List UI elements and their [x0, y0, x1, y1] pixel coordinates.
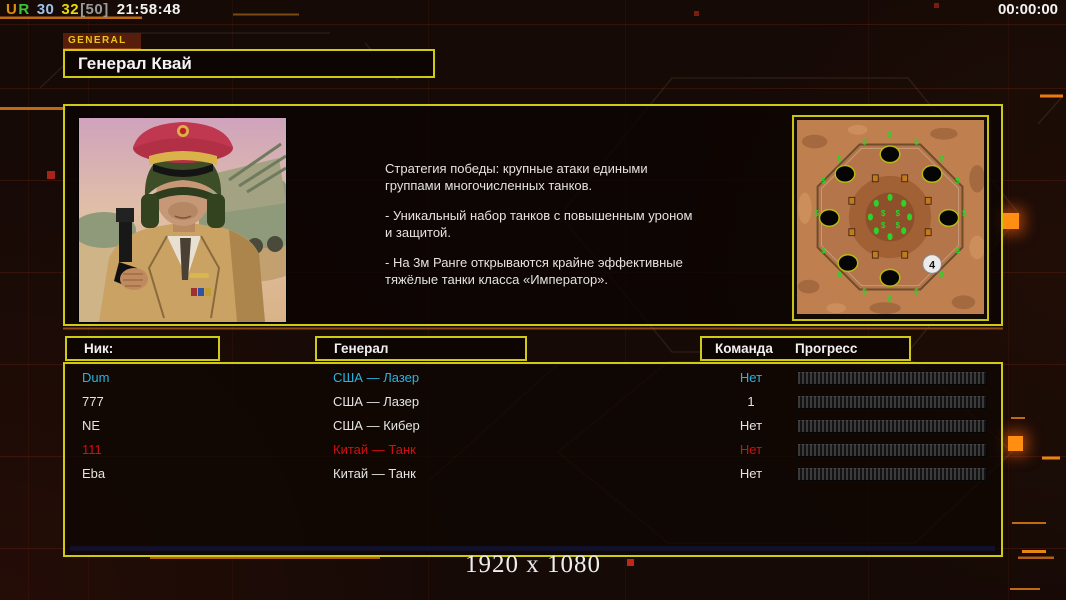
player-general: США — Лазер [333, 394, 420, 409]
page-title: Генерал Квай [78, 54, 192, 73]
lobby-screen: UR 30 32[50] 21:58:48 00:00:00 GENERAL Гене… [0, 0, 1066, 600]
resolution-label: 1920 x 1080 [465, 551, 601, 578]
player-nick: 111 [82, 442, 102, 457]
player-general: США — Лазер [333, 370, 420, 385]
strategy-paragraph: - На 3м Ранге открываются крайне эффекти… [385, 255, 683, 287]
table-row[interactable]: Eba Китай — Танк Нет [66, 462, 1000, 486]
player-nick: Dum [82, 370, 110, 385]
supply-dollar: $ [896, 221, 901, 230]
supply-dollar: $ [914, 137, 919, 146]
match-timer: 00:00:00 [997, 1, 1058, 18]
minimap-image: $ $ $ $ $ $ $ $ $ $ $ $ $ $ $ $ $ $ $ $ [797, 120, 984, 314]
supply-dollar: $ [940, 271, 945, 280]
strategy-paragraph: Стратегия победы: крупные атаки едиными … [385, 161, 648, 193]
player-nick: 777 [82, 394, 104, 409]
supply-dollar: $ [914, 287, 919, 296]
players-rows: Dum США — Лазер Нет 777 США — Лазер 1 NE… [66, 366, 1000, 486]
player-general: Китай — Танк [333, 466, 416, 481]
stat-blue: 30 [36, 1, 55, 18]
supply-dollar: $ [955, 177, 960, 186]
supply-dollar: $ [814, 209, 819, 218]
supply-dollar: $ [962, 209, 967, 218]
supply-dollar: $ [888, 131, 893, 140]
stat-u: U [6, 1, 18, 18]
supply-dollar: $ [821, 177, 826, 186]
table-row[interactable]: NE США — Кибер Нет [66, 414, 1000, 438]
general-portrait [78, 117, 287, 323]
strategy-paragraph: - Уникальный набор танков с повышенным у… [385, 208, 693, 240]
stat-yellow: 32 [61, 1, 80, 18]
supply-dollar: $ [888, 295, 893, 304]
column-header-team-progress: Команда Прогресс [700, 336, 911, 361]
player-general: США — Кибер [333, 418, 420, 433]
player-progress-bar [797, 467, 987, 481]
supply-dollar: $ [896, 209, 901, 218]
general-portrait-image [79, 118, 286, 322]
player-nick: NE [82, 418, 101, 433]
table-row[interactable]: 777 США — Лазер 1 [66, 390, 1000, 414]
column-header-team: Команда [715, 341, 773, 356]
player-team: Нет [739, 466, 763, 481]
start-position-number: 4 [929, 259, 935, 271]
supply-dollar: $ [862, 287, 867, 296]
column-header-progress: Прогресс [795, 341, 858, 356]
stat-r: R [18, 1, 30, 18]
strategy-text: Стратегия победы: крупные атаки едиными … [385, 160, 720, 301]
player-general: Китай — Танк [333, 442, 416, 457]
player-progress-bar [797, 419, 987, 433]
supply-dollar: $ [837, 155, 842, 164]
supply-dollar: $ [821, 246, 826, 255]
player-progress-bar [797, 371, 987, 385]
supply-dollar: $ [862, 137, 867, 146]
general-title-box: Генерал Квай [63, 49, 435, 78]
supply-dollar: $ [940, 155, 945, 164]
clock: 21:58:48 [116, 1, 181, 18]
column-header-nick: Ник: [65, 336, 220, 361]
minimap: $ $ $ $ $ $ $ $ $ $ $ $ $ $ $ $ $ $ $ $ [792, 115, 989, 321]
player-team: Нет [739, 418, 763, 433]
table-row[interactable]: Dum США — Лазер Нет [66, 366, 1000, 390]
player-team: Нет [739, 370, 763, 385]
table-row[interactable]: 111 Китай — Танк Нет [66, 438, 1000, 462]
tab-general: GENERAL [63, 33, 141, 49]
player-team: Нет [739, 442, 763, 457]
decor-glow-square [1008, 436, 1023, 451]
supply-dollar: $ [881, 221, 886, 230]
supply-dollar: $ [881, 209, 886, 218]
column-header-general: Генерал [315, 336, 527, 361]
player-progress-bar [797, 395, 987, 409]
player-nick: Eba [82, 466, 106, 481]
supply-dollar: $ [837, 271, 842, 280]
connection-stats: UR 30 32[50] 21:58:48 [6, 1, 182, 18]
player-progress-bar [797, 443, 987, 457]
stat-bracket: [50] [80, 1, 109, 18]
decor-glow-square [1003, 213, 1019, 229]
player-team: 1 [747, 394, 755, 409]
supply-dollar: $ [955, 246, 960, 255]
